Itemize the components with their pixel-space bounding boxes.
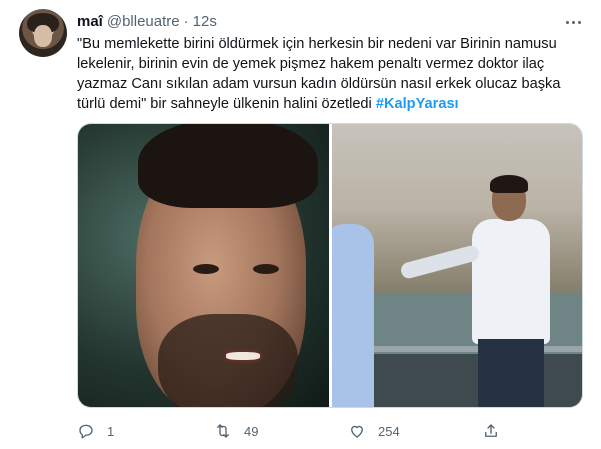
like-button[interactable]: 254 xyxy=(348,420,400,442)
user-handle[interactable]: @blleuatre xyxy=(107,13,180,30)
reply-count: 1 xyxy=(107,423,115,439)
heart-icon xyxy=(351,425,363,438)
reply-button[interactable]: 1 xyxy=(77,420,114,442)
tweet: maî @blleuatre · 12s "Bu memlekette biri… xyxy=(0,0,601,449)
user-name[interactable]: maî xyxy=(77,13,103,30)
tweet-time[interactable]: 12s xyxy=(193,13,217,30)
share-icon xyxy=(485,424,497,437)
tweet-text: "Bu memlekette birini öldürmek için herk… xyxy=(77,34,582,114)
retweet-icon xyxy=(217,424,229,438)
tweet-body: "Bu memlekette birini öldürmek için herk… xyxy=(77,36,561,112)
tweet-media xyxy=(77,123,583,408)
share-button[interactable] xyxy=(482,420,500,442)
retweet-count: 49 xyxy=(244,423,259,439)
reply-icon xyxy=(79,424,93,439)
retweet-button[interactable]: 49 xyxy=(214,420,258,442)
like-count: 254 xyxy=(378,423,400,439)
more-icon xyxy=(565,20,569,24)
separator: · xyxy=(183,12,189,30)
avatar-face xyxy=(34,25,52,47)
hashtag-link[interactable]: #KalpYarası xyxy=(376,96,459,112)
media-image-closeup[interactable] xyxy=(78,124,329,407)
tweet-header: maî @blleuatre · 12s xyxy=(77,11,217,31)
more-options-button[interactable] xyxy=(563,12,583,32)
media-image-scene[interactable] xyxy=(332,124,582,407)
avatar[interactable] xyxy=(19,9,67,57)
tweet-actions: 1 49 254 xyxy=(77,420,507,442)
